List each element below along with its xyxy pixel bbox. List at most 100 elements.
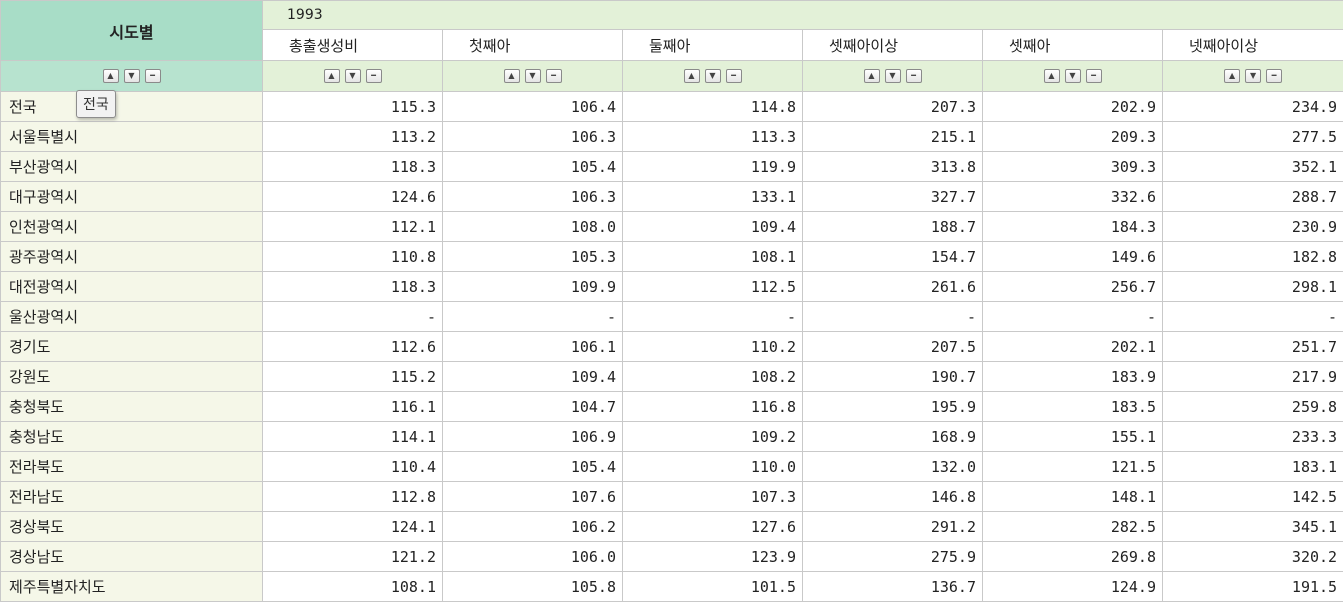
- sort-down-icon[interactable]: ▼: [525, 69, 541, 83]
- data-cell: 352.1: [1163, 152, 1343, 182]
- data-cell: 124.9: [983, 572, 1163, 602]
- data-cell: 106.3: [443, 182, 623, 212]
- sort-down-icon[interactable]: ▼: [1065, 69, 1081, 83]
- column-header-second-child: 둘째아: [623, 30, 803, 61]
- table-row: 대전광역시118.3109.9112.5261.6256.7298.1: [1, 272, 1343, 302]
- data-cell: 109.2: [623, 422, 803, 452]
- data-cell: 202.1: [983, 332, 1163, 362]
- row-label[interactable]: 경상북도: [1, 512, 263, 542]
- data-cell: 132.0: [803, 452, 983, 482]
- sort-up-icon[interactable]: ▲: [504, 69, 520, 83]
- sort-up-icon[interactable]: ▲: [1044, 69, 1060, 83]
- sort-clear-icon[interactable]: ━: [145, 69, 161, 83]
- data-cell: 109.9: [443, 272, 623, 302]
- data-cell: 106.1: [443, 332, 623, 362]
- sort-controls: ▲ ▼ ━: [623, 61, 803, 92]
- row-label[interactable]: 부산광역시: [1, 152, 263, 182]
- row-label[interactable]: 충청북도: [1, 392, 263, 422]
- data-cell: 230.9: [1163, 212, 1343, 242]
- data-cell: 277.5: [1163, 122, 1343, 152]
- data-cell: 108.1: [263, 572, 443, 602]
- row-label[interactable]: 인천광역시: [1, 212, 263, 242]
- sort-clear-icon[interactable]: ━: [1266, 69, 1282, 83]
- sort-down-icon[interactable]: ▼: [705, 69, 721, 83]
- table-row: 제주특별자치도108.1105.8101.5136.7124.9191.5: [1, 572, 1343, 602]
- sort-clear-icon[interactable]: ━: [366, 69, 382, 83]
- data-cell: 119.9: [623, 152, 803, 182]
- data-cell: 291.2: [803, 512, 983, 542]
- row-label[interactable]: 경기도: [1, 332, 263, 362]
- sort-clear-icon[interactable]: ━: [546, 69, 562, 83]
- data-cell: 108.2: [623, 362, 803, 392]
- data-cell: 191.5: [1163, 572, 1343, 602]
- sort-up-icon[interactable]: ▲: [864, 69, 880, 83]
- data-cell: 183.9: [983, 362, 1163, 392]
- row-label[interactable]: 서울특별시: [1, 122, 263, 152]
- data-cell: 108.1: [623, 242, 803, 272]
- row-label[interactable]: 전라북도: [1, 452, 263, 482]
- data-cell: 168.9: [803, 422, 983, 452]
- sort-clear-icon[interactable]: ━: [906, 69, 922, 83]
- data-cell: 269.8: [983, 542, 1163, 572]
- column-header-third-child: 셋째아: [983, 30, 1163, 61]
- statistics-table: 시도별 1993 총출생성비 첫째아 둘째아 셋째아이상 셋째아 넷째아이상 ▲…: [0, 0, 1343, 602]
- sort-up-icon[interactable]: ▲: [324, 69, 340, 83]
- data-cell: -: [983, 302, 1163, 332]
- data-cell: 124.6: [263, 182, 443, 212]
- data-cell: 107.6: [443, 482, 623, 512]
- row-label[interactable]: 전국: [1, 92, 263, 122]
- row-label[interactable]: 제주특별자치도: [1, 572, 263, 602]
- data-cell: -: [443, 302, 623, 332]
- data-cell: 136.7: [803, 572, 983, 602]
- data-cell: 112.1: [263, 212, 443, 242]
- data-cell: 106.4: [443, 92, 623, 122]
- data-cell: 202.9: [983, 92, 1163, 122]
- data-cell: 121.2: [263, 542, 443, 572]
- table-row: 광주광역시110.8105.3108.1154.7149.6182.8: [1, 242, 1343, 272]
- data-cell: 104.7: [443, 392, 623, 422]
- sort-down-icon[interactable]: ▼: [345, 69, 361, 83]
- sort-up-icon[interactable]: ▲: [103, 69, 119, 83]
- sort-down-icon[interactable]: ▼: [124, 69, 140, 83]
- table-row: 인천광역시112.1108.0109.4188.7184.3230.9: [1, 212, 1343, 242]
- sort-down-icon[interactable]: ▼: [885, 69, 901, 83]
- data-cell: 112.6: [263, 332, 443, 362]
- sort-up-icon[interactable]: ▲: [1224, 69, 1240, 83]
- data-cell: 115.2: [263, 362, 443, 392]
- column-header-third-plus: 셋째아이상: [803, 30, 983, 61]
- row-label[interactable]: 광주광역시: [1, 242, 263, 272]
- region-column-header: 시도별: [1, 1, 263, 61]
- column-header-first-child: 첫째아: [443, 30, 623, 61]
- data-cell: 261.6: [803, 272, 983, 302]
- table-row: 전국115.3106.4114.8207.3202.9234.9: [1, 92, 1343, 122]
- year-header: 1993: [263, 1, 1343, 30]
- data-cell: 121.5: [983, 452, 1163, 482]
- row-label[interactable]: 대구광역시: [1, 182, 263, 212]
- data-cell: 215.1: [803, 122, 983, 152]
- data-cell: 209.3: [983, 122, 1163, 152]
- table-body: 전국115.3106.4114.8207.3202.9234.9서울특별시113…: [1, 92, 1343, 602]
- row-label[interactable]: 울산광역시: [1, 302, 263, 332]
- sort-clear-icon[interactable]: ━: [726, 69, 742, 83]
- row-label[interactable]: 전라남도: [1, 482, 263, 512]
- row-label[interactable]: 충청남도: [1, 422, 263, 452]
- row-label[interactable]: 대전광역시: [1, 272, 263, 302]
- data-cell: 259.8: [1163, 392, 1343, 422]
- table-row: 울산광역시------: [1, 302, 1343, 332]
- data-cell: 182.8: [1163, 242, 1343, 272]
- data-cell: 107.3: [623, 482, 803, 512]
- sort-clear-icon[interactable]: ━: [1086, 69, 1102, 83]
- sort-down-icon[interactable]: ▼: [1245, 69, 1261, 83]
- column-header-total: 총출생성비: [263, 30, 443, 61]
- data-cell: 146.8: [803, 482, 983, 512]
- sort-up-icon[interactable]: ▲: [684, 69, 700, 83]
- sort-controls: ▲ ▼ ━: [983, 61, 1163, 92]
- data-cell: 106.2: [443, 512, 623, 542]
- row-label[interactable]: 강원도: [1, 362, 263, 392]
- data-cell: 207.3: [803, 92, 983, 122]
- row-label[interactable]: 경상남도: [1, 542, 263, 572]
- data-cell: 105.8: [443, 572, 623, 602]
- data-cell: 118.3: [263, 152, 443, 182]
- table-row: 강원도115.2109.4108.2190.7183.9217.9: [1, 362, 1343, 392]
- data-cell: 190.7: [803, 362, 983, 392]
